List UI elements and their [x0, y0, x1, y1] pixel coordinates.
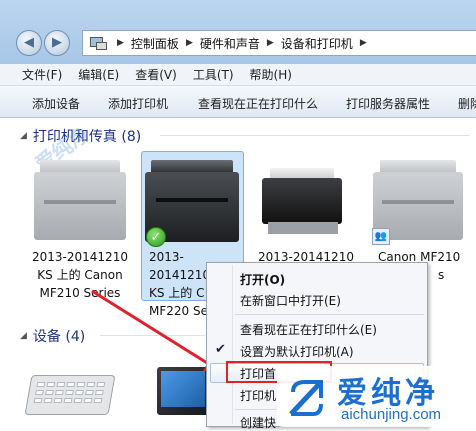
menu-item-create-shortcut[interactable]: 创建快: [240, 414, 276, 431]
watermark: 爱纯净 aichunjing.com: [277, 366, 476, 427]
menu-item-open-new-window[interactable]: 在新窗口中打开(E): [240, 292, 341, 309]
menu-item-open[interactable]: 打开(O): [240, 271, 285, 288]
watermark-logo-icon: [289, 380, 323, 416]
watermark-url: aichunjing.com: [341, 406, 442, 423]
menu-item-set-default[interactable]: 设置为默认打印机(A): [240, 343, 354, 360]
checkmark-icon: ✔: [215, 342, 226, 357]
menu-item-see-printing[interactable]: 查看现在正在打印什么(E): [240, 321, 377, 338]
menu-item-printer-properties[interactable]: 打印机: [240, 387, 276, 404]
